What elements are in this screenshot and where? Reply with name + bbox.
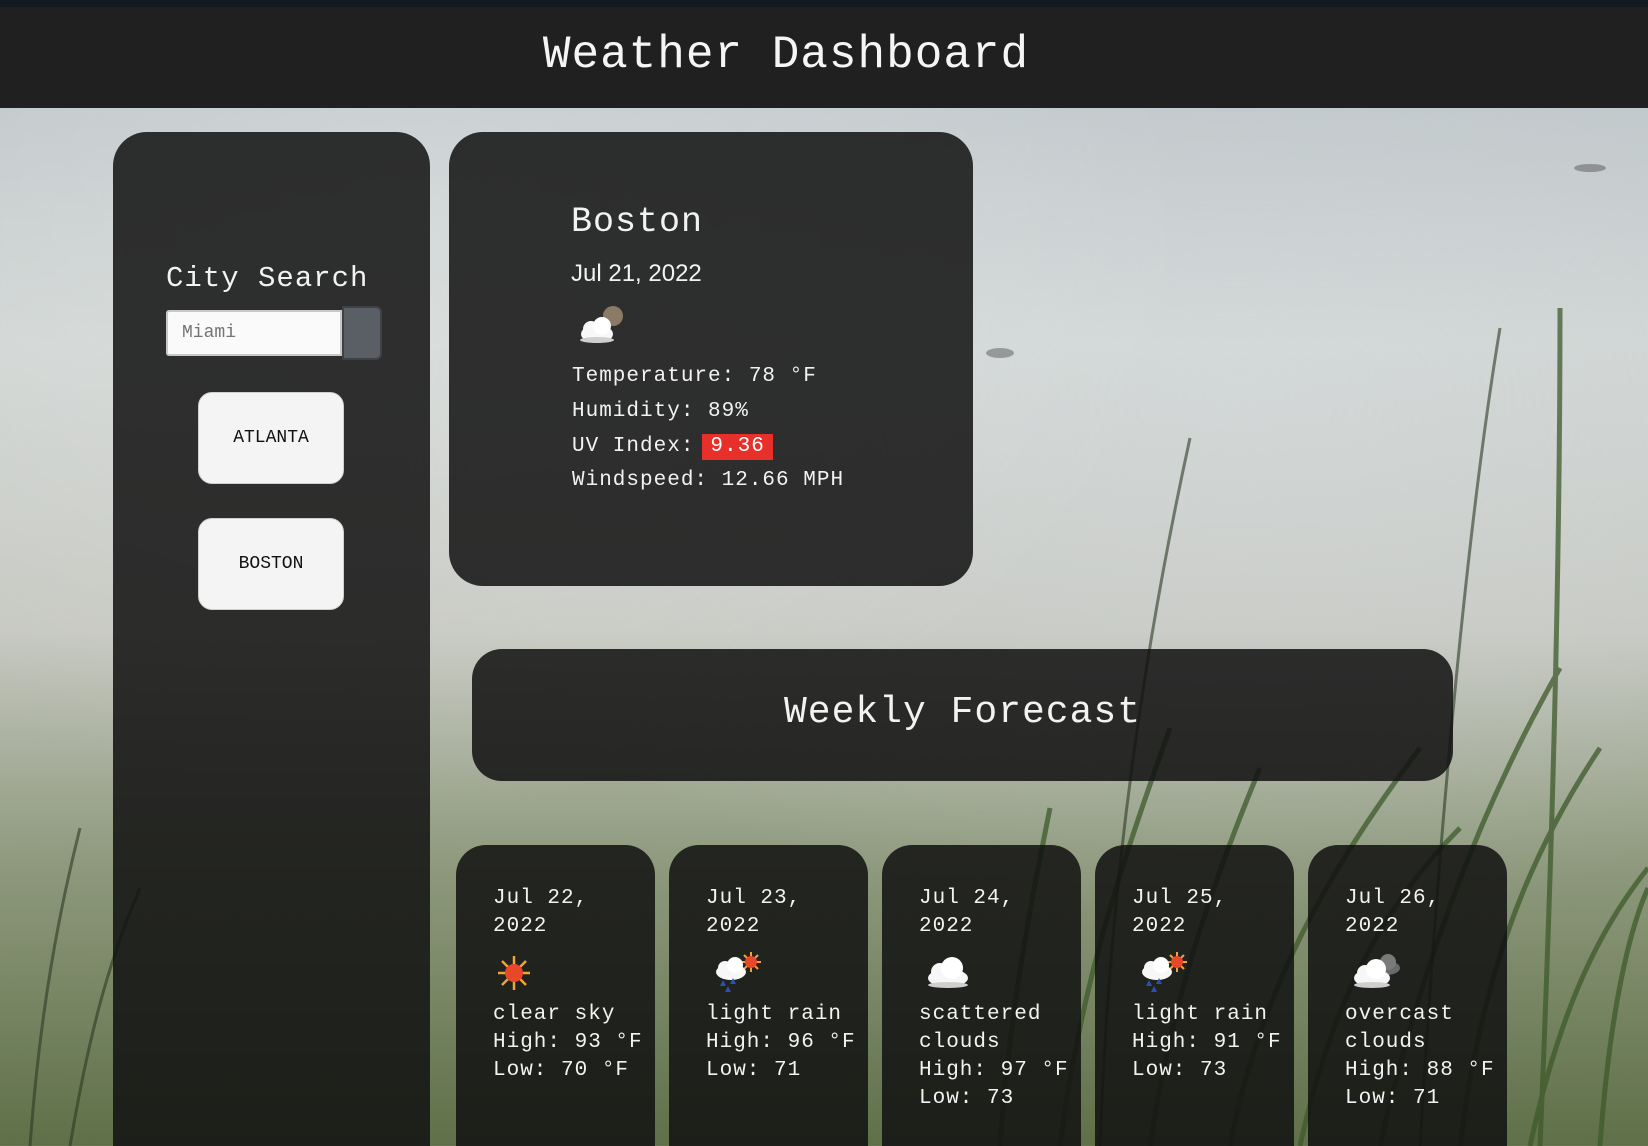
- history-button-boston[interactable]: BOSTON: [198, 518, 344, 610]
- uv-index-badge: 9.36: [702, 434, 773, 460]
- forecast-high: High: 91 °F: [1132, 1031, 1282, 1054]
- current-windspeed: Windspeed: 12.66 MPH: [572, 469, 845, 492]
- partly-cloudy-night-icon: [580, 306, 623, 343]
- forecast-card: Jul 22, 2022 clear sky High: 93 °F Low: …: [456, 845, 655, 1146]
- forecast-card: Jul 24, 2022 scattered clouds High: 97 °…: [882, 845, 1081, 1146]
- forecast-card: Jul 25, 2022 light rain High: 91 °F Low:…: [1095, 845, 1294, 1146]
- city-search-label: City Search: [166, 262, 369, 295]
- forecast-low: Low: 71: [1345, 1087, 1441, 1110]
- forecast-date: Jul 26, 2022: [1345, 887, 1441, 938]
- history-button-atlanta[interactable]: ATLANTA: [198, 392, 344, 484]
- weekly-forecast-header: Weekly Forecast: [472, 649, 1453, 781]
- sun-rain-cloud-icon: [716, 952, 761, 992]
- current-weather-card: Boston Jul 21, 2022 Temperature: 78 °F H…: [449, 132, 973, 586]
- weekly-forecast-title: Weekly Forecast: [783, 691, 1142, 734]
- cloud-icon: [928, 957, 968, 988]
- forecast-description: light rain: [1132, 1003, 1269, 1026]
- forecast-low: Low: 73: [1132, 1059, 1228, 1082]
- current-city-name: Boston: [571, 202, 704, 242]
- top-bar: Weather Dashboard: [0, 0, 1648, 108]
- forecast-details: light rain High: 91 °F Low: 73: [1132, 1001, 1282, 1085]
- forecast-description: light rain: [706, 1003, 843, 1026]
- forecast-description: clear sky: [493, 1003, 616, 1026]
- forecast-date: Jul 22, 2022: [493, 887, 589, 938]
- forecast-card: Jul 26, 2022 overcast clouds High: 88 °F…: [1308, 845, 1507, 1146]
- forecast-card: Jul 23, 2022 light rain High: 96 °F Low:…: [669, 845, 868, 1146]
- current-date: Jul 21, 2022: [571, 260, 702, 287]
- forecast-details: overcast clouds High: 88 °F Low: 71: [1345, 1001, 1495, 1113]
- forecast-details: scattered clouds High: 97 °F Low: 73: [919, 1001, 1069, 1113]
- uv-index-label: UV Index:: [572, 435, 695, 458]
- current-uv-row: UV Index: 9.36: [572, 434, 773, 460]
- current-humidity: Humidity: 89%: [572, 400, 749, 423]
- forecast-high: High: 88 °F: [1345, 1059, 1495, 1082]
- forecast-high: High: 97 °F: [919, 1059, 1069, 1082]
- current-temperature: Temperature: 78 °F: [572, 365, 817, 388]
- city-search-sidebar: City Search ATLANTA BOSTON: [113, 132, 430, 1146]
- forecast-details: clear sky High: 93 °F Low: 70 °F: [493, 1001, 643, 1085]
- search-button[interactable]: [342, 306, 382, 360]
- forecast-details: light rain High: 96 °F Low: 71: [706, 1001, 856, 1085]
- sun-icon: [498, 956, 530, 990]
- forecast-description: overcast clouds: [1345, 1003, 1454, 1054]
- app-title: Weather Dashboard: [542, 29, 1030, 81]
- forecast-high: High: 96 °F: [706, 1031, 856, 1054]
- forecast-low: Low: 70 °F: [493, 1059, 630, 1082]
- overcast-clouds-icon: [1354, 954, 1400, 988]
- sun-rain-cloud-icon: [1142, 952, 1187, 992]
- forecast-low: Low: 71: [706, 1059, 802, 1082]
- forecast-low: Low: 73: [919, 1087, 1015, 1110]
- search-row: [166, 306, 382, 360]
- city-search-input[interactable]: [166, 310, 342, 356]
- forecast-date: Jul 24, 2022: [919, 887, 1015, 938]
- forecast-high: High: 93 °F: [493, 1031, 643, 1054]
- forecast-date: Jul 23, 2022: [706, 887, 802, 938]
- forecast-description: scattered clouds: [919, 1003, 1042, 1054]
- forecast-date: Jul 25, 2022: [1132, 887, 1228, 938]
